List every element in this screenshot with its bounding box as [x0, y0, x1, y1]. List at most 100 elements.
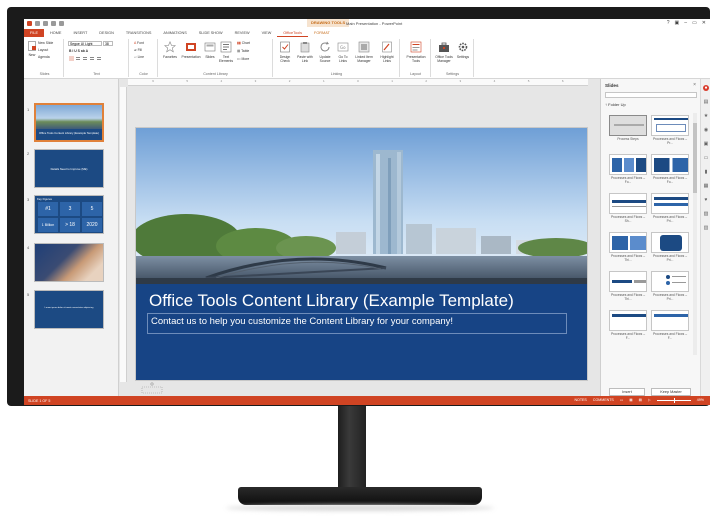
card-caption: Processes and Flows – Fo... — [610, 176, 646, 184]
line-color-button[interactable]: ▱ Line — [134, 55, 144, 59]
slide-thumbnail-3[interactable]: Key Figures #1 3 5 1 Billion > 18 2020 — [34, 195, 104, 234]
tab-transitions[interactable]: TRANSITIONS — [120, 29, 158, 37]
chart-button[interactable]: ▮▮ Chart — [237, 41, 250, 45]
slide-thumbnail-5[interactable]: Lorem ipsum dolor sit amet consectetur a… — [34, 290, 104, 329]
document-rail-icon[interactable]: ▥ — [703, 225, 709, 231]
image-rail-icon[interactable]: ▨ — [703, 211, 709, 217]
layout-dropdown[interactable]: Layout — [38, 48, 48, 52]
font-name-box[interactable]: Segoe UI Light — [68, 41, 102, 46]
presentation-button[interactable]: Presentation — [180, 41, 202, 59]
slide-thumbnail-4[interactable] — [34, 243, 104, 282]
table-rail-icon[interactable]: ▦ — [703, 183, 709, 189]
slide-subtitle-textbox[interactable]: Contact us to help you customize the Con… — [147, 313, 567, 334]
library-card-12[interactable]: Processes and Flows – F... — [651, 310, 689, 345]
highlight-links-button[interactable]: Highlight Links — [377, 41, 397, 63]
pane-scroll-thumb[interactable] — [693, 123, 697, 193]
tab-animations[interactable]: ANIMATIONS — [157, 29, 192, 37]
tab-view[interactable]: VIEW — [256, 29, 278, 37]
presentation-tools-button[interactable]: Presentation Tools — [403, 41, 429, 63]
slide-canvas[interactable]: Office Tools Content Library (Example Te… — [136, 128, 587, 380]
table-button[interactable]: ▦ Table — [237, 49, 249, 53]
tab-review[interactable]: REVIEW — [229, 29, 256, 37]
slides-rail-icon[interactable]: ▤ — [703, 99, 709, 105]
library-card-1[interactable]: Process Steps — [609, 115, 647, 150]
tab-insert[interactable]: INSERT — [67, 29, 93, 37]
notes-button[interactable]: NOTES — [574, 398, 586, 402]
more-button[interactable]: ••• More — [237, 57, 249, 61]
tab-officetools[interactable]: OfficeTools — [277, 29, 309, 37]
zoom-level[interactable]: 49% — [697, 398, 704, 402]
new-slide-dropdown[interactable]: New Slide — [38, 41, 53, 45]
zoom-slider-knob[interactable] — [673, 397, 675, 403]
presentation-rail-icon[interactable]: ◉ — [703, 127, 709, 133]
library-card-3[interactable]: Processes and Flows – Fo... — [609, 154, 647, 189]
paste-with-link-button[interactable]: Paste with Link — [295, 41, 315, 63]
go-to-links-button[interactable]: Go Go To Links — [335, 41, 351, 63]
agenda-button[interactable]: Agenda — [38, 55, 50, 59]
thumb-number-2: 2 — [27, 151, 30, 156]
zoom-slider[interactable] — [656, 397, 691, 403]
slide-sorter-icon[interactable]: ▦ — [629, 398, 632, 402]
slide-thumbnail-1[interactable]: Office Tools Content Library (Example Te… — [34, 103, 104, 142]
placeholder-handle-icon[interactable] — [141, 382, 163, 394]
office-tools-manager-button[interactable]: Office Tools Manager — [434, 41, 454, 63]
normal-view-icon[interactable]: ▭ — [620, 398, 623, 402]
tab-format[interactable]: FORMAT — [308, 29, 336, 37]
library-card-5[interactable]: Processes and Flows – Sh... — [609, 193, 647, 228]
folder-up-button[interactable]: ↑ Folder Up — [605, 102, 626, 107]
slideshow-icon[interactable]: ▷ — [648, 398, 651, 402]
library-card-8[interactable]: Processes and Flows – Pri... — [651, 232, 689, 267]
heart-rail-icon[interactable]: ♥ — [703, 197, 709, 203]
library-card-6[interactable]: Processes and Flows – Pri... — [651, 193, 689, 228]
insert-button[interactable]: Insert — [609, 388, 645, 396]
favorites-rail-icon[interactable]: ★ — [703, 113, 709, 119]
library-card-9[interactable]: Processes and Flows – Thi... — [609, 271, 647, 306]
align-buttons-row[interactable] — [69, 56, 109, 62]
text-elements-button[interactable]: Text Elements — [218, 41, 234, 63]
customize-qat-icon[interactable] — [59, 21, 64, 26]
linked-item-manager-button[interactable]: Linked Item Manager — [352, 41, 376, 63]
presentation-tools-label: Presentation Tools — [406, 55, 426, 63]
save-icon[interactable] — [35, 21, 40, 26]
slides-button[interactable]: Slides — [203, 41, 217, 59]
library-card-10[interactable]: Processes and Flows – Pri... — [651, 271, 689, 306]
tab-home[interactable]: HOME — [44, 29, 67, 37]
help-icon[interactable]: ? — [667, 20, 670, 26]
fill-color-button[interactable]: ▰ Fill — [134, 48, 142, 52]
close-icon[interactable]: ✕ — [702, 20, 706, 26]
text-rail-icon[interactable]: ▭ — [703, 155, 709, 161]
keep-master-button[interactable]: Keep Master — [651, 388, 691, 396]
tab-file[interactable]: FILE — [24, 29, 45, 37]
library-card-11[interactable]: Processes and Flows – F... — [609, 310, 647, 345]
pane-scrollbar[interactable] — [693, 113, 697, 355]
library-card-7[interactable]: Processes and Flows – Thi... — [609, 232, 647, 267]
redo-icon[interactable] — [51, 21, 56, 26]
new-slide-button[interactable]: New — [27, 41, 37, 57]
font-color-button[interactable]: A Font — [134, 41, 144, 45]
toolbox-icon — [439, 42, 449, 52]
favorites-button[interactable]: Favorites — [161, 41, 179, 59]
office-tools-icon[interactable]: ● — [703, 85, 709, 91]
maximize-icon[interactable]: ▭ — [692, 20, 697, 26]
design-check-button[interactable]: Design Check — [276, 41, 294, 63]
slide-thumbnail-2[interactable]: Details Need to Improve (ME) — [34, 149, 104, 188]
font-size-box[interactable]: 38 — [103, 41, 113, 46]
update-source-button[interactable]: Update Source — [316, 41, 334, 63]
display-stage: DRAWING TOOLS Main Presentation - PowerP… — [0, 0, 710, 518]
comments-button[interactable]: COMMENTS — [593, 398, 614, 402]
slides-library-rail-icon[interactable]: ▣ — [703, 141, 709, 147]
tab-design[interactable]: DESIGN — [93, 29, 120, 37]
format-buttons-row[interactable]: B I U S ab A — [69, 49, 88, 53]
settings-button[interactable]: Settings — [455, 41, 471, 59]
chart-rail-icon[interactable]: ▮ — [703, 169, 709, 175]
pane-search-input[interactable] — [605, 92, 697, 98]
undo-icon[interactable] — [43, 21, 48, 26]
pane-close-icon[interactable]: × — [693, 82, 696, 88]
tab-slide-show[interactable]: SLIDE SHOW — [193, 29, 229, 37]
reading-view-icon[interactable]: ▤ — [639, 398, 642, 402]
slide-title[interactable]: Office Tools Content Library (Example Te… — [149, 291, 514, 311]
minimize-icon[interactable]: – — [684, 20, 687, 26]
ribbon-display-icon[interactable]: ▣ — [675, 20, 680, 26]
library-card-4[interactable]: Processes and Flows – Fo... — [651, 154, 689, 189]
library-card-2[interactable]: Processes and Flows – Pr... — [651, 115, 689, 150]
